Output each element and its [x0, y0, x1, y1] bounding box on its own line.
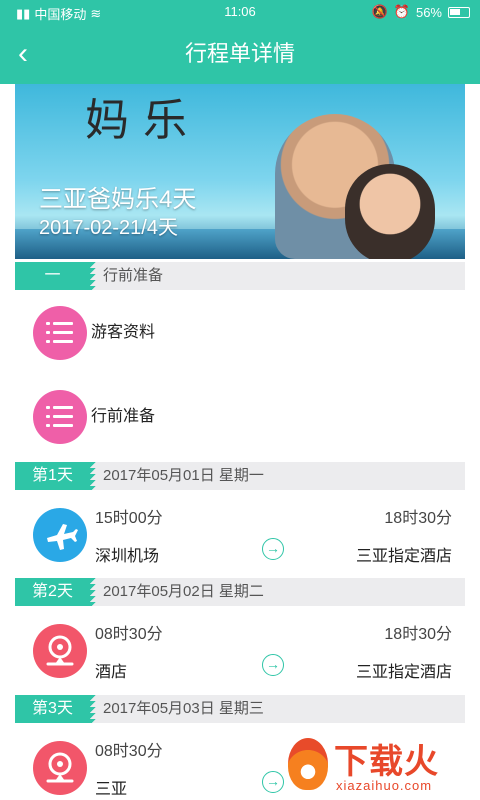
arrive-time: 18时30分 — [384, 626, 452, 643]
mute-icon: 🔕 — [371, 4, 388, 19]
day-date: 2017年05月03日 星期三 — [103, 700, 264, 717]
section-tag: 一 — [15, 262, 96, 290]
banner-poster-text: 妈 乐 — [85, 95, 187, 146]
day-date: 2017年05月02日 星期二 — [103, 583, 264, 600]
status-bar: ▮▮ 中国移动 ≋ 11:06 🔕 ⏰ 56% — [0, 0, 480, 24]
page-title: 行程单详情 — [184, 41, 295, 66]
depart-time: 15时00分 — [95, 510, 163, 527]
section-header-prep: 一 行前准备 — [15, 262, 465, 290]
section-header-day-3: 第3天 2017年05月03日 星期三 — [15, 695, 465, 723]
arrive-place: 三亚指定酒店 — [355, 548, 452, 565]
prep-item-label: 行前准备 — [91, 408, 156, 425]
watermark-text: 下载火 — [334, 743, 439, 781]
prep-item-preparation[interactable]: 行前准备 — [15, 376, 465, 458]
status-right: 🔕 ⏰ 56% — [372, 4, 470, 20]
location-pin-icon — [33, 624, 87, 678]
trip-name: 三亚爸妈乐4天 — [39, 186, 197, 213]
depart-place: 酒店 — [95, 664, 128, 681]
prep-item-label: 游客资料 — [91, 324, 156, 341]
checklist-icon — [33, 390, 87, 444]
arrow-right-icon: → — [262, 654, 284, 676]
battery-icon — [448, 6, 470, 18]
day-item-1[interactable]: 15时00分 18时30分 深圳机场 → 三亚指定酒店 — [15, 492, 465, 580]
flame-icon — [288, 738, 328, 790]
day-item-2[interactable]: 08时30分 18时30分 酒店 → 三亚指定酒店 — [15, 608, 465, 696]
depart-place: 深圳机场 — [95, 548, 160, 565]
airplane-icon — [33, 508, 87, 562]
section-header-day-1: 第1天 2017年05月01日 星期一 — [15, 462, 465, 490]
arrow-right-icon: → — [262, 538, 284, 560]
day-tag: 第3天 — [15, 695, 96, 723]
day-date: 2017年05月01日 星期一 — [103, 467, 264, 484]
battery-percent: 56% — [415, 4, 442, 20]
nav-bar: ‹ 行程单详情 — [0, 24, 480, 84]
arrow-right-icon: → — [262, 771, 284, 793]
banner-photo-woman — [345, 164, 435, 259]
watermark-logo: 下载火 xiazaihuo.com — [288, 734, 478, 798]
checklist-icon — [33, 306, 87, 360]
section-label: 行前准备 — [103, 267, 164, 284]
day-tag: 第1天 — [15, 462, 96, 490]
trip-banner[interactable]: 妈 乐 三亚爸妈乐4天 2017-02-21/4天 — [15, 84, 465, 259]
section-header-day-2: 第2天 2017年05月02日 星期二 — [15, 578, 465, 606]
arrive-time: 18时30分 — [384, 510, 452, 527]
trip-date: 2017-02-21/4天 — [39, 217, 178, 239]
alarm-icon: ⏰ — [393, 4, 410, 19]
prep-item-tourist-info[interactable]: 游客资料 — [15, 292, 465, 374]
watermark-url: xiazaihuo.com — [336, 778, 433, 793]
depart-time: 08时30分 — [95, 743, 163, 760]
location-pin-icon — [33, 741, 87, 795]
depart-time: 08时30分 — [95, 626, 163, 643]
day-tag: 第2天 — [15, 578, 96, 606]
depart-place: 三亚 — [95, 781, 128, 798]
arrive-place: 三亚指定酒店 — [355, 664, 452, 681]
